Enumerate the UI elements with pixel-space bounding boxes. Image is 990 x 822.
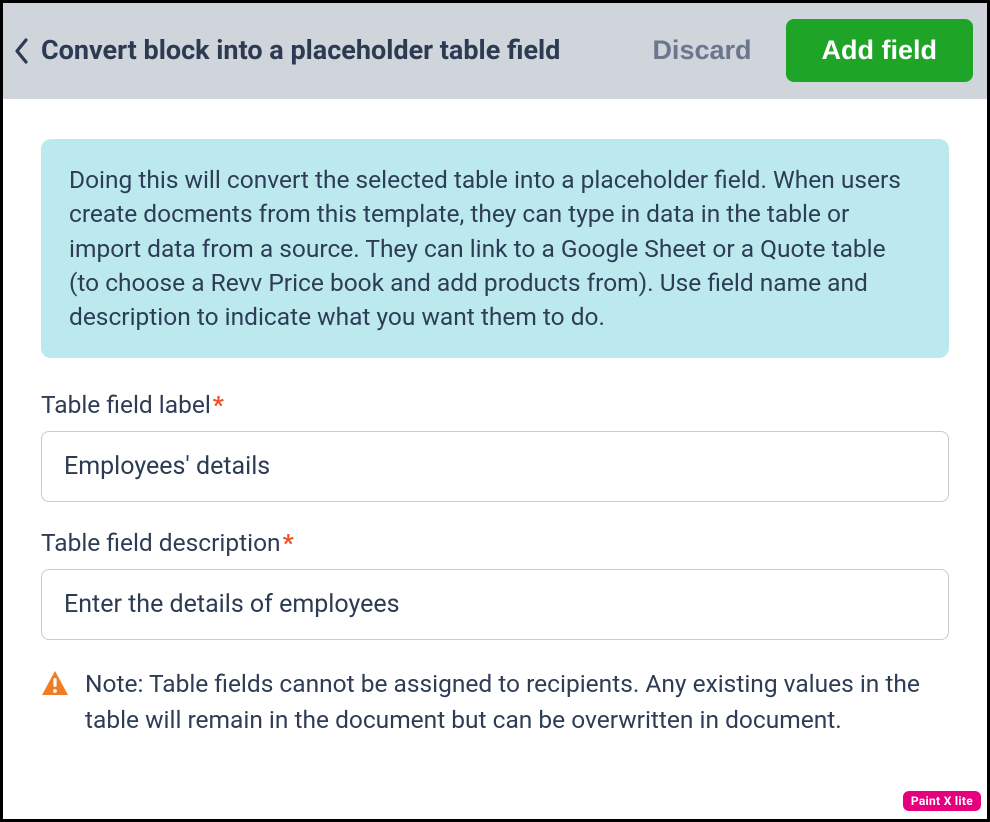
add-field-button[interactable]: Add field [786,19,974,82]
required-indicator: * [283,528,294,557]
table-field-label-group: Table field label* [41,390,949,502]
table-field-label-input[interactable] [41,431,949,502]
table-field-description-input[interactable] [41,569,949,640]
info-callout: Doing this will convert the selected tab… [41,139,949,358]
warning-icon [41,670,69,696]
required-indicator: * [213,390,224,419]
dialog-title: Convert block into a placeholder table f… [41,33,628,68]
dialog-content: Doing this will convert the selected tab… [3,99,987,819]
note-row: Note: Table fields cannot be assigned to… [41,666,949,737]
header-actions: Discard Add field [636,19,973,82]
table-field-label-caption: Table field label* [41,390,949,419]
label-text: Table field description [41,528,281,557]
note-text: Note: Table fields cannot be assigned to… [85,666,949,737]
back-button[interactable] [9,31,33,71]
chevron-left-icon [14,38,28,64]
label-text: Table field label [41,390,211,419]
watermark-badge: Paint X lite [903,791,981,811]
dialog-header: Convert block into a placeholder table f… [3,3,987,99]
table-field-description-group: Table field description* [41,528,949,640]
discard-button[interactable]: Discard [636,27,767,74]
table-field-description-caption: Table field description* [41,528,949,557]
